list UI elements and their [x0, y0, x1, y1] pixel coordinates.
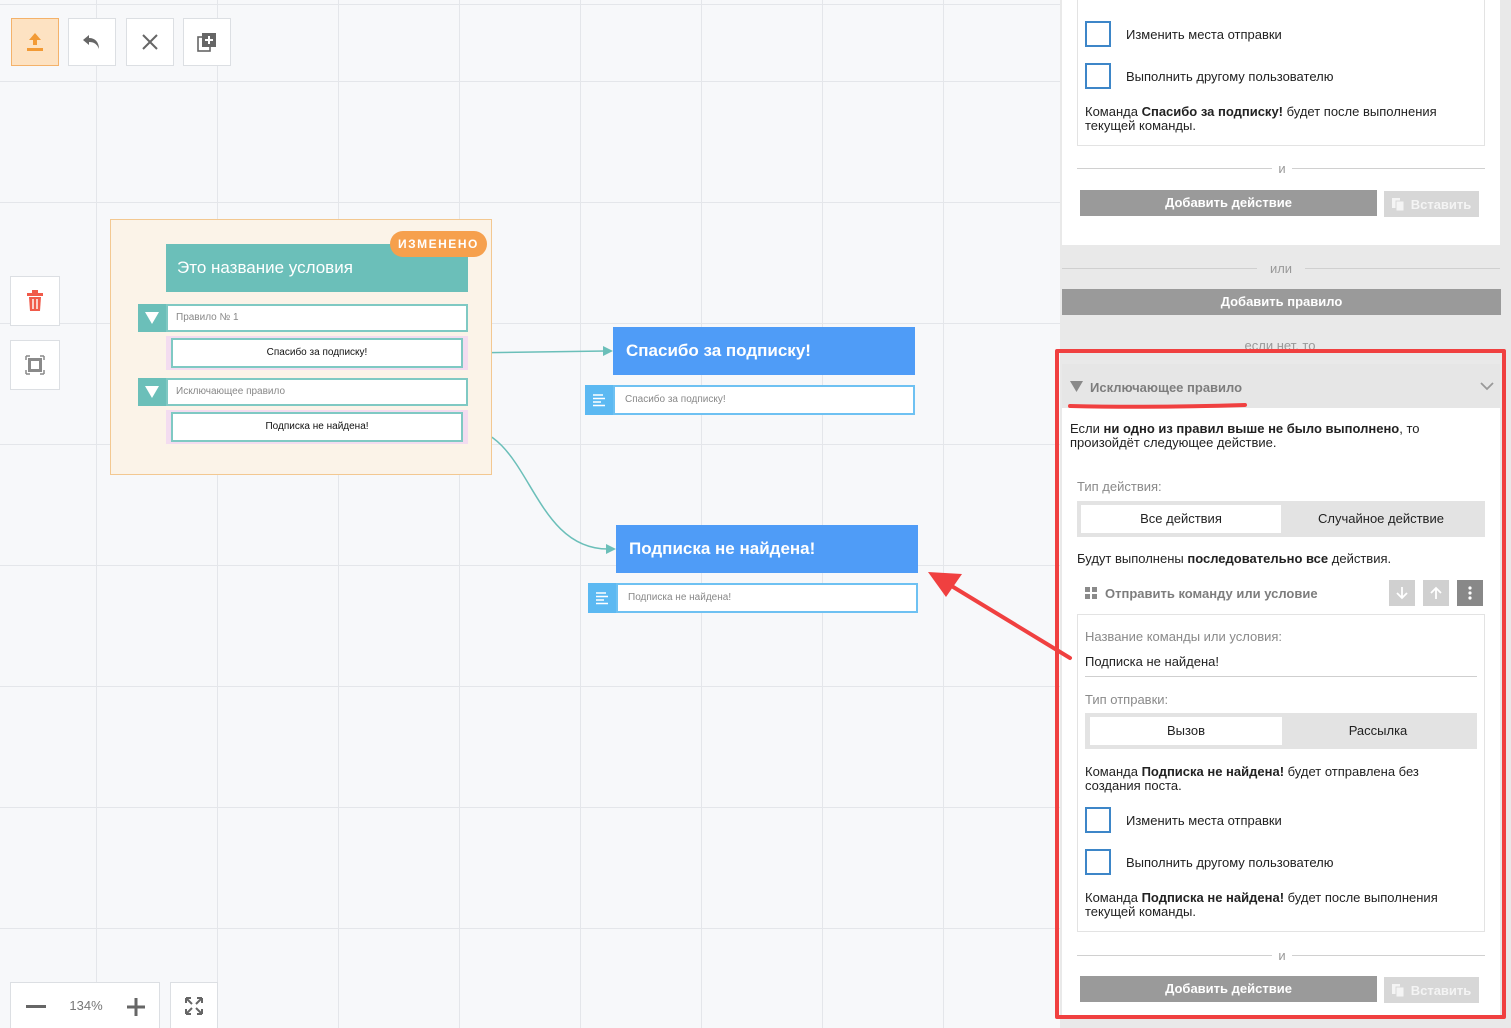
node-2-title[interactable]: Подписка не найдена! [616, 525, 918, 573]
paste-icon [1391, 983, 1405, 997]
checkbox-change-destination[interactable] [1085, 807, 1111, 833]
move-up-button[interactable] [1423, 580, 1449, 606]
checkbox-change-destination-label: Изменить места отправки [1126, 813, 1282, 828]
properties-panel: Изменить места отправки Выполнить другом… [1060, 0, 1511, 1028]
add-action-button[interactable]: Добавить действие [1080, 976, 1377, 1002]
modified-badge: ИЗМЕНЕНО [390, 231, 487, 257]
rule-2-name[interactable]: Исключающее правило [166, 378, 468, 406]
triangle-down-icon [145, 386, 159, 398]
checkbox-other-user-label: Выполнить другому пользователю [1126, 855, 1334, 870]
paste-label: Вставить [1410, 982, 1472, 998]
separator [1292, 955, 1485, 956]
checkbox-other-user-label: Выполнить другому пользователю [1126, 69, 1334, 84]
triangle-down-icon [145, 312, 159, 324]
move-down-button[interactable] [1389, 580, 1415, 606]
zoom-level: 134% [69, 998, 103, 1013]
paste-icon [1391, 197, 1405, 211]
rule-1-toggle[interactable] [138, 304, 166, 332]
add-action-button[interactable]: Добавить действие [1080, 190, 1377, 216]
exclusive-rule-description: Если ни одно из правил выше не было выпо… [1070, 421, 1420, 450]
command-name-label: Название команды или условия: [1085, 629, 1283, 644]
send-type-broadcast[interactable]: Рассылка [1282, 717, 1474, 745]
checkbox-change-destination[interactable] [1085, 21, 1111, 47]
grid-icon [1085, 587, 1097, 599]
rule-1-name[interactable]: Правило № 1 [166, 304, 468, 332]
add-rule-button[interactable]: Добавить правило [1062, 289, 1501, 315]
connectors [462, 346, 616, 554]
after-command-note: Команда Спасибо за подписку! будет после… [1085, 104, 1437, 133]
separator [1077, 955, 1272, 956]
separator [1062, 268, 1257, 269]
connector-arrow-1 [603, 346, 613, 356]
node-2-body[interactable]: Подписка не найдена! [616, 583, 918, 613]
separator [1077, 168, 1272, 169]
chevron-down-icon[interactable] [1480, 382, 1494, 391]
else-label: если нет, то [1244, 338, 1316, 353]
kebab-menu-icon [1468, 586, 1472, 600]
separator [1292, 168, 1485, 169]
arrow-up-icon [1430, 586, 1442, 599]
action-type-random[interactable]: Случайное действие [1281, 505, 1481, 533]
zoom-out-button[interactable] [21, 995, 51, 1019]
paste-label: Вставить [1410, 196, 1472, 212]
node-1-text-icon-box [585, 385, 613, 415]
after-command-note: Команда Подписка не найдена! будет после… [1085, 890, 1438, 919]
or-label: или [1269, 261, 1293, 276]
sequence-note: Будут выполнены последовательно все дейс… [1077, 551, 1392, 566]
expand-arrows-icon [185, 997, 203, 1015]
action-type-label: Тип действия: [1077, 479, 1162, 494]
node-1-body[interactable]: Спасибо за подписку! [613, 385, 915, 415]
and-label: и [1278, 948, 1286, 963]
command-name-input[interactable]: Подписка не найдена! [1085, 648, 1477, 677]
connector-arrow-2 [606, 544, 616, 554]
separator [1305, 268, 1500, 269]
rule-2-toggle[interactable] [138, 378, 166, 406]
text-lines-icon [593, 394, 605, 407]
text-lines-icon [596, 592, 608, 605]
exclusive-rule-title: Исключающее правило [1090, 380, 1243, 395]
flow-canvas[interactable]: Это название условия ИЗМЕНЕНО Правило № … [0, 0, 1060, 1028]
checkbox-change-destination-label: Изменить места отправки [1126, 27, 1282, 42]
node-2-text-icon-box [588, 583, 616, 613]
arrow-down-icon [1396, 587, 1408, 600]
and-label: и [1278, 161, 1286, 176]
rule-2-action[interactable]: Подписка не найдена! [171, 412, 463, 442]
zoom-in-button[interactable] [121, 995, 151, 1019]
node-1-title[interactable]: Спасибо за подписку! [613, 327, 915, 375]
send-type-label: Тип отправки: [1085, 692, 1169, 707]
rule-1-action[interactable]: Спасибо за подписку! [171, 338, 463, 368]
checkbox-other-user[interactable] [1085, 63, 1111, 89]
checkbox-other-user[interactable] [1085, 849, 1111, 875]
more-options-button[interactable] [1457, 580, 1483, 606]
fit-screen-button[interactable] [170, 982, 218, 1028]
plus-icon [127, 998, 145, 1016]
zoom-control: 134% [10, 982, 160, 1028]
action-type-all[interactable]: Все действия [1081, 505, 1281, 533]
send-note: Команда Подписка не найдена! будет отпра… [1085, 764, 1419, 793]
paste-button[interactable]: Вставить [1384, 191, 1479, 217]
action-block-title: Отправить команду или условие [1105, 586, 1318, 601]
paste-button[interactable]: Вставить [1384, 977, 1479, 1003]
triangle-down-icon [1070, 381, 1083, 392]
send-type-call[interactable]: Вызов [1090, 717, 1282, 745]
minus-icon [26, 1005, 46, 1008]
